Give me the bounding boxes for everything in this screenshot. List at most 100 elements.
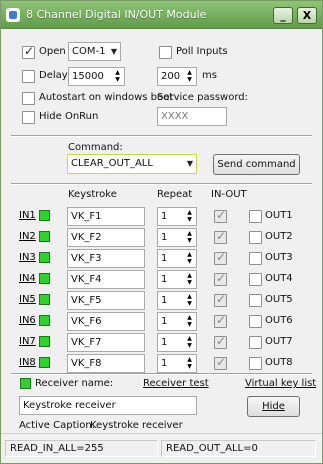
keystroke-input[interactable]: VK_F7 <box>67 333 145 352</box>
title-bar[interactable]: 8 Channel Digital IN/OUT Module _ X <box>1 1 322 29</box>
hide-onrun-checkbox[interactable] <box>22 111 35 124</box>
keystroke-header: Keystroke <box>68 189 117 200</box>
keystroke-input[interactable]: VK_F1 <box>67 207 145 226</box>
input-link[interactable]: IN7 <box>19 336 36 347</box>
active-caption-value: Keystroke receiver <box>90 420 183 431</box>
delay-spinner[interactable]: 15000 ▲ ▼ <box>68 67 125 86</box>
input-link[interactable]: IN2 <box>19 231 36 242</box>
input-link[interactable]: IN6 <box>19 315 36 326</box>
poll-inputs-checkbox[interactable] <box>159 46 172 59</box>
hide-button-label: Hide <box>262 401 285 412</box>
divider <box>11 183 312 185</box>
poll-value: 200 <box>161 71 181 82</box>
spinner-arrows-icon[interactable]: ▲ ▼ <box>185 356 194 371</box>
repeat-spinner[interactable]: 1 ▲ ▼ <box>157 354 197 373</box>
repeat-value: 1 <box>161 274 168 285</box>
poll-unit: ms <box>202 70 217 81</box>
input-link[interactable]: IN5 <box>19 294 36 305</box>
inout-checkbox[interactable] <box>214 208 227 223</box>
spinner-arrows-icon[interactable]: ▲ ▼ <box>185 293 194 308</box>
status-read-out: READ_OUT_ALL=0 <box>161 440 316 457</box>
input-link[interactable]: IN8 <box>19 357 36 368</box>
spinner-arrows-icon[interactable]: ▲ ▼ <box>185 251 194 266</box>
virtual-key-list-link[interactable]: Virtual key list <box>245 378 316 389</box>
chevron-down-icon: ▼ <box>186 159 193 168</box>
output-label: OUT8 <box>265 357 293 368</box>
repeat-value: 1 <box>161 337 168 348</box>
repeat-value: 1 <box>161 316 168 327</box>
input-link[interactable]: IN4 <box>19 273 36 284</box>
inout-checkbox[interactable] <box>214 292 227 307</box>
repeat-value: 1 <box>161 211 168 222</box>
inout-checkbox[interactable] <box>214 334 227 349</box>
repeat-spinner[interactable]: 1 ▲ ▼ <box>157 249 197 268</box>
repeat-spinner[interactable]: 1 ▲ ▼ <box>157 291 197 310</box>
hide-onrun-label: Hide OnRun <box>39 111 99 122</box>
hide-button[interactable]: Hide <box>247 396 300 417</box>
input-indicator <box>39 315 50 326</box>
inout-checkbox[interactable] <box>214 229 227 244</box>
service-password-input[interactable]: XXXX <box>157 107 227 126</box>
inout-checkbox[interactable] <box>214 313 227 328</box>
command-select[interactable]: CLEAR_OUT_ALL ▼ <box>67 154 197 174</box>
output-checkbox[interactable] <box>249 315 262 328</box>
service-password-label: Service password: <box>157 92 248 103</box>
keystroke-input[interactable]: VK_F8 <box>67 354 145 373</box>
spinner-arrows-icon[interactable]: ▲ ▼ <box>185 69 194 84</box>
output-label: OUT2 <box>265 231 293 242</box>
output-label: OUT7 <box>265 336 293 347</box>
delay-value: 15000 <box>72 71 104 82</box>
output-checkbox[interactable] <box>249 294 262 307</box>
spinner-arrows-icon[interactable]: ▲ ▼ <box>113 69 122 84</box>
send-command-button[interactable]: Send command <box>213 154 300 175</box>
spinner-arrows-icon[interactable]: ▲ ▼ <box>185 209 194 224</box>
close-button[interactable]: X <box>297 7 317 24</box>
repeat-value: 1 <box>161 358 168 369</box>
spinner-arrows-icon[interactable]: ▲ ▼ <box>185 314 194 329</box>
status-bar: READ_IN_ALL=255 READ_OUT_ALL=0 <box>1 433 322 463</box>
repeat-spinner[interactable]: 1 ▲ ▼ <box>157 333 197 352</box>
repeat-spinner[interactable]: 1 ▲ ▼ <box>157 207 197 226</box>
output-checkbox[interactable] <box>249 336 262 349</box>
keystroke-input[interactable]: VK_F5 <box>67 291 145 310</box>
input-indicator <box>39 231 50 242</box>
input-link[interactable]: IN1 <box>19 210 36 221</box>
app-window: 8 Channel Digital IN/OUT Module _ X Open… <box>0 0 323 464</box>
port-select[interactable]: COM-1 ▼ <box>68 42 121 61</box>
repeat-spinner[interactable]: 1 ▲ ▼ <box>157 312 197 331</box>
receiver-name-input[interactable]: Keystroke receiver <box>19 396 197 415</box>
spinner-arrows-icon[interactable]: ▲ ▼ <box>185 272 194 287</box>
minimize-button[interactable]: _ <box>273 7 293 24</box>
inout-checkbox[interactable] <box>214 271 227 286</box>
input-link[interactable]: IN3 <box>19 252 36 263</box>
repeat-value: 1 <box>161 232 168 243</box>
spinner-arrows-icon[interactable]: ▲ ▼ <box>185 230 194 245</box>
keystroke-input[interactable]: VK_F6 <box>67 312 145 331</box>
input-indicator <box>39 357 50 368</box>
delay-checkbox[interactable] <box>22 70 35 83</box>
poll-interval-spinner[interactable]: 200 ▲ ▼ <box>157 67 197 86</box>
command-label: Command: <box>68 142 123 153</box>
input-indicator <box>39 294 50 305</box>
output-checkbox[interactable] <box>249 210 262 223</box>
output-checkbox[interactable] <box>249 231 262 244</box>
port-value: COM-1 <box>72 46 106 57</box>
autostart-checkbox[interactable] <box>22 92 35 105</box>
active-caption-label: Active Caption: <box>19 420 96 431</box>
keystroke-input[interactable]: VK_F3 <box>67 249 145 268</box>
inout-checkbox[interactable] <box>214 355 227 370</box>
output-checkbox[interactable] <box>249 273 262 286</box>
spinner-arrows-icon[interactable]: ▲ ▼ <box>185 335 194 350</box>
output-checkbox[interactable] <box>249 252 262 265</box>
open-checkbox[interactable] <box>22 44 35 59</box>
repeat-spinner[interactable]: 1 ▲ ▼ <box>157 228 197 247</box>
inout-checkbox[interactable] <box>214 250 227 265</box>
output-label: OUT5 <box>265 294 293 305</box>
keystroke-input[interactable]: VK_F2 <box>67 228 145 247</box>
output-checkbox[interactable] <box>249 357 262 370</box>
keystroke-input[interactable]: VK_F4 <box>67 270 145 289</box>
output-label: OUT4 <box>265 273 293 284</box>
repeat-spinner[interactable]: 1 ▲ ▼ <box>157 270 197 289</box>
input-indicator <box>39 273 50 284</box>
receiver-test-link[interactable]: Receiver test <box>143 378 209 389</box>
